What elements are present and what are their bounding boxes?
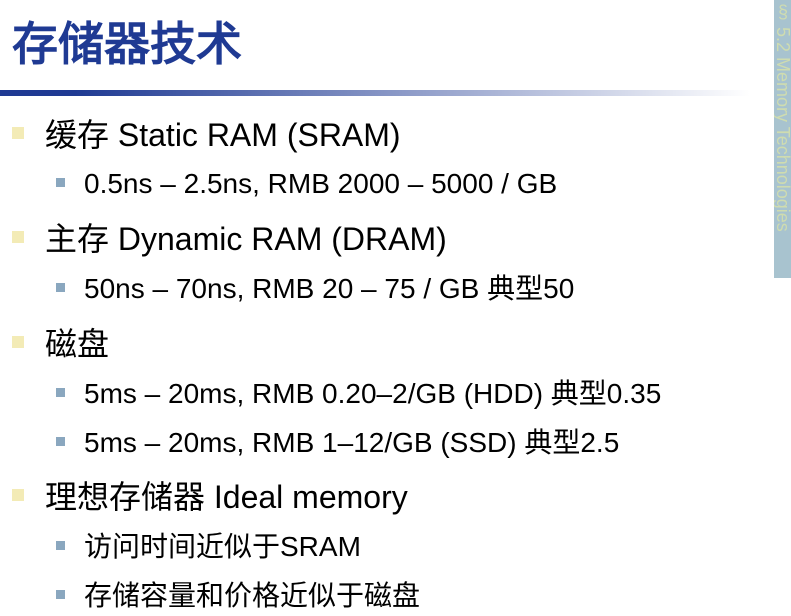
bullet-item-hdd-detail-text: 5ms – 20ms, RMB 0.20–2/GB (HDD) 典型0.35	[84, 377, 662, 409]
bullet-item-ideal-memory-text: 理想存储器 Ideal memory	[45, 478, 408, 515]
small-square-bullet-icon	[56, 436, 65, 446]
bullet-item-ideal-capacity-price-text: 存储容量和价格近似于磁盘	[84, 579, 421, 611]
square-bullet-icon	[12, 335, 24, 348]
bullet-item-dram-text: 主存 Dynamic RAM (DRAM)	[45, 220, 447, 257]
small-square-bullet-icon	[56, 282, 65, 292]
small-square-bullet-icon	[56, 177, 65, 187]
bullet-item-disk-text: 磁盘	[45, 325, 110, 362]
small-square-bullet-icon	[56, 540, 65, 550]
bullet-item-sram-detail: 0.5ns – 2.5ns, RMB 2000 – 5000 / GB	[56, 162, 557, 204]
small-square-bullet-icon	[56, 387, 65, 397]
bullet-item-ideal-access-time-text: 访问时间近似于SRAM	[84, 530, 361, 562]
bullet-item-ideal-access-time: 访问时间近似于SRAM	[56, 525, 361, 567]
bullet-item-dram: 主存 Dynamic RAM (DRAM)	[12, 216, 447, 259]
bullet-list: 缓存 Static RAM (SRAM) 0.5ns – 2.5ns, RMB …	[0, 0, 791, 616]
bullet-item-dram-detail-text: 50ns – 70ns, RMB 20 – 75 / GB 典型50	[84, 272, 575, 304]
bullet-item-hdd-detail: 5ms – 20ms, RMB 0.20–2/GB (HDD) 典型0.35	[56, 372, 661, 414]
square-bullet-icon	[12, 488, 24, 501]
bullet-item-dram-detail: 50ns – 70ns, RMB 20 – 75 / GB 典型50	[56, 267, 574, 309]
bullet-item-sram-detail-text: 0.5ns – 2.5ns, RMB 2000 – 5000 / GB	[84, 167, 558, 199]
bullet-item-sram-text: 缓存 Static RAM (SRAM)	[45, 116, 401, 153]
square-bullet-icon	[12, 230, 24, 243]
bullet-item-ideal-memory: 理想存储器 Ideal memory	[12, 474, 408, 517]
bullet-item-ideal-capacity-price: 存储容量和价格近似于磁盘	[56, 574, 420, 616]
bullet-item-disk: 磁盘	[12, 321, 109, 364]
bullet-item-ssd-detail-text: 5ms – 20ms, RMB 1–12/GB (SSD) 典型2.5	[84, 426, 620, 458]
bullet-item-sram: 缓存 Static RAM (SRAM)	[12, 112, 401, 155]
square-bullet-icon	[12, 126, 24, 139]
bullet-item-ssd-detail: 5ms – 20ms, RMB 1–12/GB (SSD) 典型2.5	[56, 421, 619, 463]
small-square-bullet-icon	[56, 589, 65, 599]
